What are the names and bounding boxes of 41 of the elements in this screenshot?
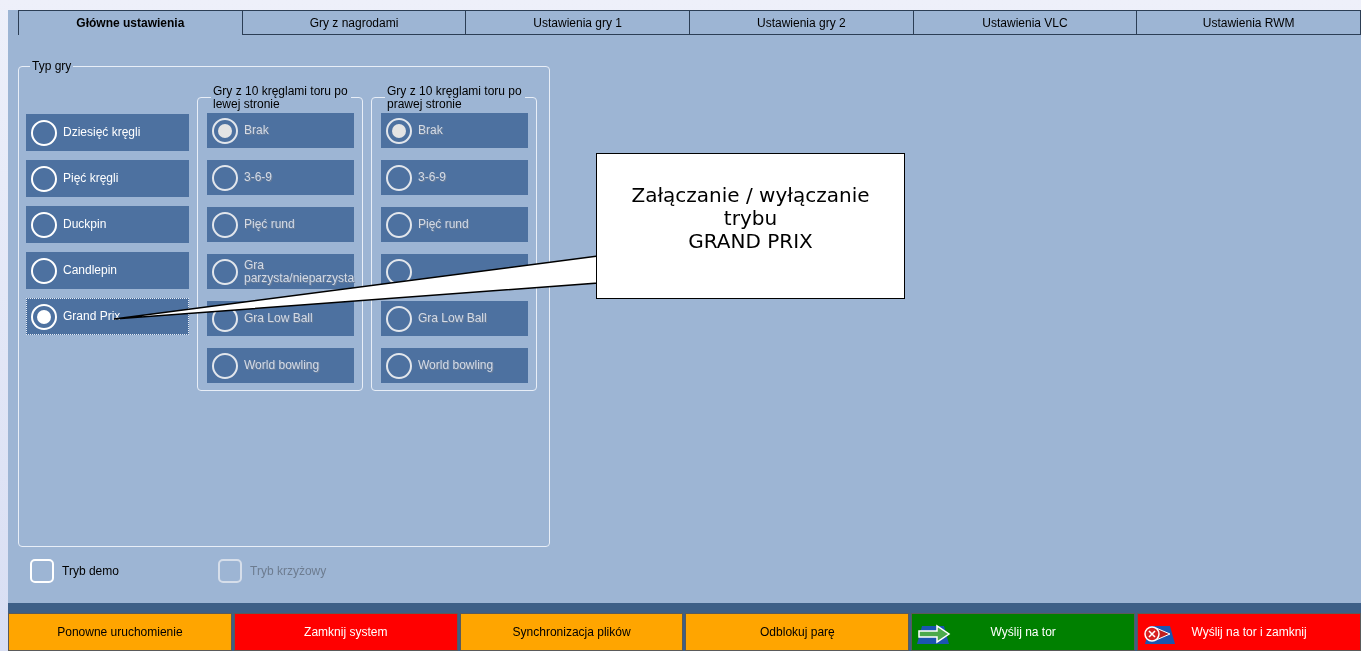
option-label: World bowling (244, 359, 320, 372)
option-label: World bowling (418, 359, 494, 372)
option-label: Brak (244, 124, 269, 137)
tab[interactable]: Ustawienia gry 1 (466, 10, 690, 35)
action-button[interactable]: Synchronizacja plików (459, 613, 684, 651)
group-title: Typ gry (31, 60, 73, 72)
checkbox-label: Tryb demo (62, 563, 119, 580)
option-label: Pięć rund (418, 218, 469, 231)
option-label: Pięć kręgli (63, 172, 119, 185)
checkbox[interactable] (30, 559, 54, 583)
checkbox-label: Tryb krzyżowy (250, 563, 327, 580)
option-label: Duckpin (63, 218, 107, 231)
option-label: Gra Low Ball (418, 312, 487, 325)
radio-option[interactable]: Duckpin (26, 206, 189, 243)
callout-text: Załączanie / wyłączanie trybu GRAND PRIX (596, 153, 905, 299)
option-label: Dziesięć kręgli (63, 126, 141, 139)
option-label: Gra parzysta/nieparzysta (244, 259, 355, 285)
action-button[interactable]: Odblokuj parę (685, 613, 910, 651)
option-label: Grand Prix (63, 310, 121, 323)
option-label: 3-6-9 (418, 171, 446, 184)
arrow-icon (916, 622, 953, 646)
option-label: Brak (418, 124, 443, 137)
tab[interactable]: Ustawienia gry 2 (690, 10, 914, 35)
radio-option[interactable]: Dziesięć kręgli (26, 114, 189, 151)
tab[interactable]: Ustawienia VLC (913, 10, 1138, 35)
radio-option[interactable]: Candlepin (26, 252, 189, 289)
radio-option[interactable]: Pięć kręgli (26, 160, 189, 197)
group-title: Gry z 10 kręglami toru po lewej stronie (212, 85, 349, 111)
option-label: Gra Low Ball (244, 312, 313, 325)
option-label: Candlepin (63, 264, 118, 277)
tab[interactable]: Ustawienia RWM (1137, 10, 1361, 35)
option-label: 3-6-9 (244, 171, 272, 184)
action-button[interactable]: Zamknij system (233, 613, 458, 651)
tab[interactable]: Główne ustawienia (18, 10, 243, 35)
action-button[interactable]: Wyślij na tor (911, 613, 1136, 651)
radio-option[interactable]: Grand Prix (26, 298, 189, 335)
tab[interactable]: Gry z nagrodami (242, 10, 467, 35)
action-button[interactable]: Ponowne uruchomienie (8, 613, 232, 651)
group-title: Gry z 10 kręglami toru po prawej stronie (386, 85, 523, 111)
option-label: Pięć rund (244, 218, 295, 231)
action-button[interactable]: Wyślij na tor i zamknij (1137, 613, 1361, 651)
